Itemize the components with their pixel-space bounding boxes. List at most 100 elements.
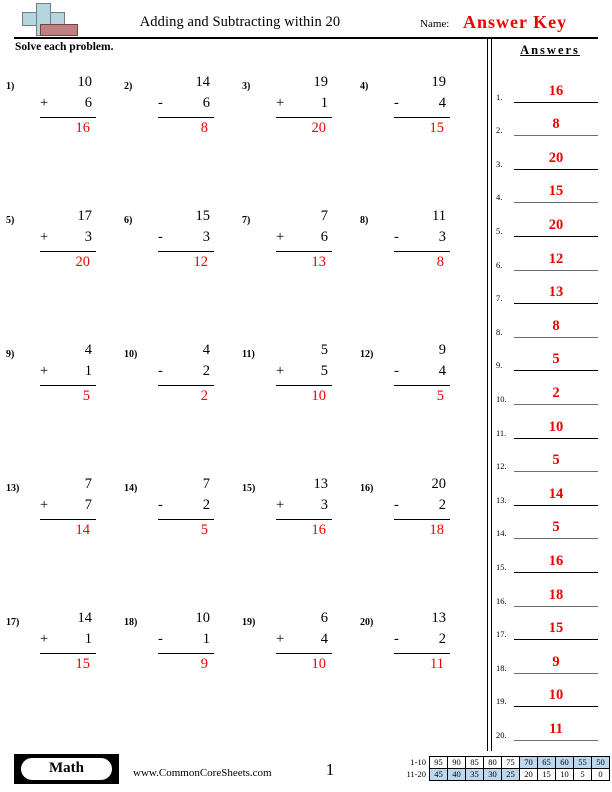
answer-line-item: 9. 5 (492, 338, 612, 372)
problem-answer: 16 (75, 120, 91, 136)
answer-line-item: 17. 15 (492, 607, 612, 641)
subject-badge: Math (20, 757, 113, 781)
problem-vertical-form: 7 +6 13 (268, 208, 342, 272)
answer-value: 16 (548, 552, 564, 569)
operator-sign: - (394, 631, 399, 647)
answer-index: 8. (496, 326, 503, 337)
problem-second-operand: 6 (84, 95, 92, 111)
answer-index: 19. (496, 696, 507, 707)
answer-index: 2. (496, 125, 503, 136)
answer-index: 14. (496, 528, 507, 539)
grading-scale-cell: 75 (501, 756, 520, 769)
operator-sign: + (40, 497, 49, 513)
problem-answer: 10 (311, 656, 327, 672)
problem-12: 12) 9-4 5 (354, 342, 472, 422)
problem-6: 6) 15-3 12 (118, 208, 236, 288)
problem-number: 9) (6, 349, 15, 360)
grading-scale-cell: 10 (555, 768, 574, 781)
answer-line-item: 4. 15 (492, 170, 612, 204)
operator-sign: - (158, 95, 163, 111)
problem-16: 16) 20-2 18 (354, 476, 472, 556)
answer-value: 10 (548, 687, 564, 704)
answer-value: 8 (552, 317, 560, 334)
problem-vertical-form: 6 +4 10 (268, 610, 342, 674)
answer-value: 9 (552, 653, 560, 670)
problem-first-operand: 10 (77, 74, 93, 90)
operator-sign: + (276, 95, 285, 111)
problem-answer: 15 (429, 120, 445, 136)
grading-scale-row-label: 1-10 (410, 757, 426, 767)
problem-answer: 16 (311, 522, 327, 538)
problem-second-operand-row: +4 (268, 631, 342, 653)
problem-second-operand-row: -2 (150, 497, 224, 519)
grading-scale-cell: 30 (483, 768, 502, 781)
problem-number: 1) (6, 81, 15, 92)
answer-value: 5 (552, 519, 560, 536)
answer-index: 9. (496, 360, 503, 371)
problem-second-operand-row: +5 (268, 363, 342, 385)
problem-answer: 8 (436, 254, 444, 270)
page-footer: Math www.CommonCoreSheets.com 1 1-10 95 90… (0, 752, 612, 792)
problem-vertical-form: 19 +1 20 (268, 74, 342, 138)
problem-first-operand: 4 (202, 342, 210, 358)
operator-sign: + (40, 95, 49, 111)
problem-vertical-form: 15-3 12 (150, 208, 224, 272)
problem-9: 9) 4 +1 5 (0, 342, 118, 422)
answer-index: 7. (496, 293, 503, 304)
problem-vertical-form: 13 +3 16 (268, 476, 342, 540)
answer-value: 14 (548, 485, 564, 502)
problem-second-operand: 4 (320, 631, 328, 647)
problem-vertical-form: 4 +1 5 (32, 342, 106, 406)
problem-vertical-form: 11-3 8 (386, 208, 460, 272)
problem-row: 9) 4 +1 5 10) 4-2 2 11) 5 +5 10 12) 9-4 5 (0, 342, 480, 476)
grading-scale-cell: 50 (591, 756, 610, 769)
problem-second-operand: 3 (84, 229, 92, 245)
answer-line-item: 12. 5 (492, 439, 612, 473)
operator-sign: - (158, 497, 163, 513)
problem-second-operand: 3 (202, 229, 210, 245)
operator-sign: + (276, 229, 285, 245)
answer-value: 13 (548, 284, 564, 301)
operator-sign: - (158, 363, 163, 379)
grading-scale-cell: 15 (537, 768, 556, 781)
problem-second-operand-row: -2 (150, 363, 224, 385)
grading-scale-cell: 35 (465, 768, 484, 781)
grading-scale-cell: 45 (429, 768, 448, 781)
problem-answer: 2 (200, 388, 208, 404)
grading-scale-row-label: 11-20 (406, 769, 426, 779)
grading-scale-row: 11-20 45 40 35 30 25 20 15 10 5 0 (400, 768, 610, 781)
grading-scale-cell: 65 (537, 756, 556, 769)
answer-line-item: 6. 12 (492, 237, 612, 271)
problem-answer: 20 (75, 254, 91, 270)
answer-line-item: 20. 11 (492, 707, 612, 741)
problem-18: 18) 10-1 9 (118, 610, 236, 690)
problem-2: 2) 14-6 8 (118, 74, 236, 154)
operator-sign: - (394, 229, 399, 245)
problem-13: 13) 7 +7 14 (0, 476, 118, 556)
problem-number: 17) (6, 617, 20, 628)
problem-answer: 13 (311, 254, 327, 270)
problem-8: 8) 11-3 8 (354, 208, 472, 288)
problem-first-operand: 10 (195, 610, 211, 626)
problem-answer: 8 (200, 120, 208, 136)
problem-second-operand: 2 (438, 631, 446, 647)
problem-second-operand-row: -4 (386, 95, 460, 117)
instruction-text: Solve each problem. (15, 41, 114, 53)
problem-second-operand: 3 (320, 497, 328, 513)
operator-sign: + (40, 631, 49, 647)
grading-scale-cell: 55 (573, 756, 592, 769)
problem-second-operand: 5 (320, 363, 328, 379)
problem-second-operand-row: +6 (32, 95, 106, 117)
problem-answer: 14 (75, 522, 91, 538)
problem-vertical-form: 10 +6 16 (32, 74, 106, 138)
problem-answer: 9 (200, 656, 208, 672)
problem-second-operand-row: -6 (150, 95, 224, 117)
problem-row: 5) 17 +3 20 6) 15-3 12 7) 7 +6 13 8) 11-3 8 (0, 208, 480, 342)
problem-number: 12) (360, 349, 374, 360)
answer-index: 12. (496, 461, 507, 472)
answer-index: 6. (496, 259, 503, 270)
problem-answer: 5 (200, 522, 208, 538)
problem-second-operand-row: -2 (386, 497, 460, 519)
problem-second-operand: 1 (84, 363, 92, 379)
answer-value: 15 (548, 183, 564, 200)
